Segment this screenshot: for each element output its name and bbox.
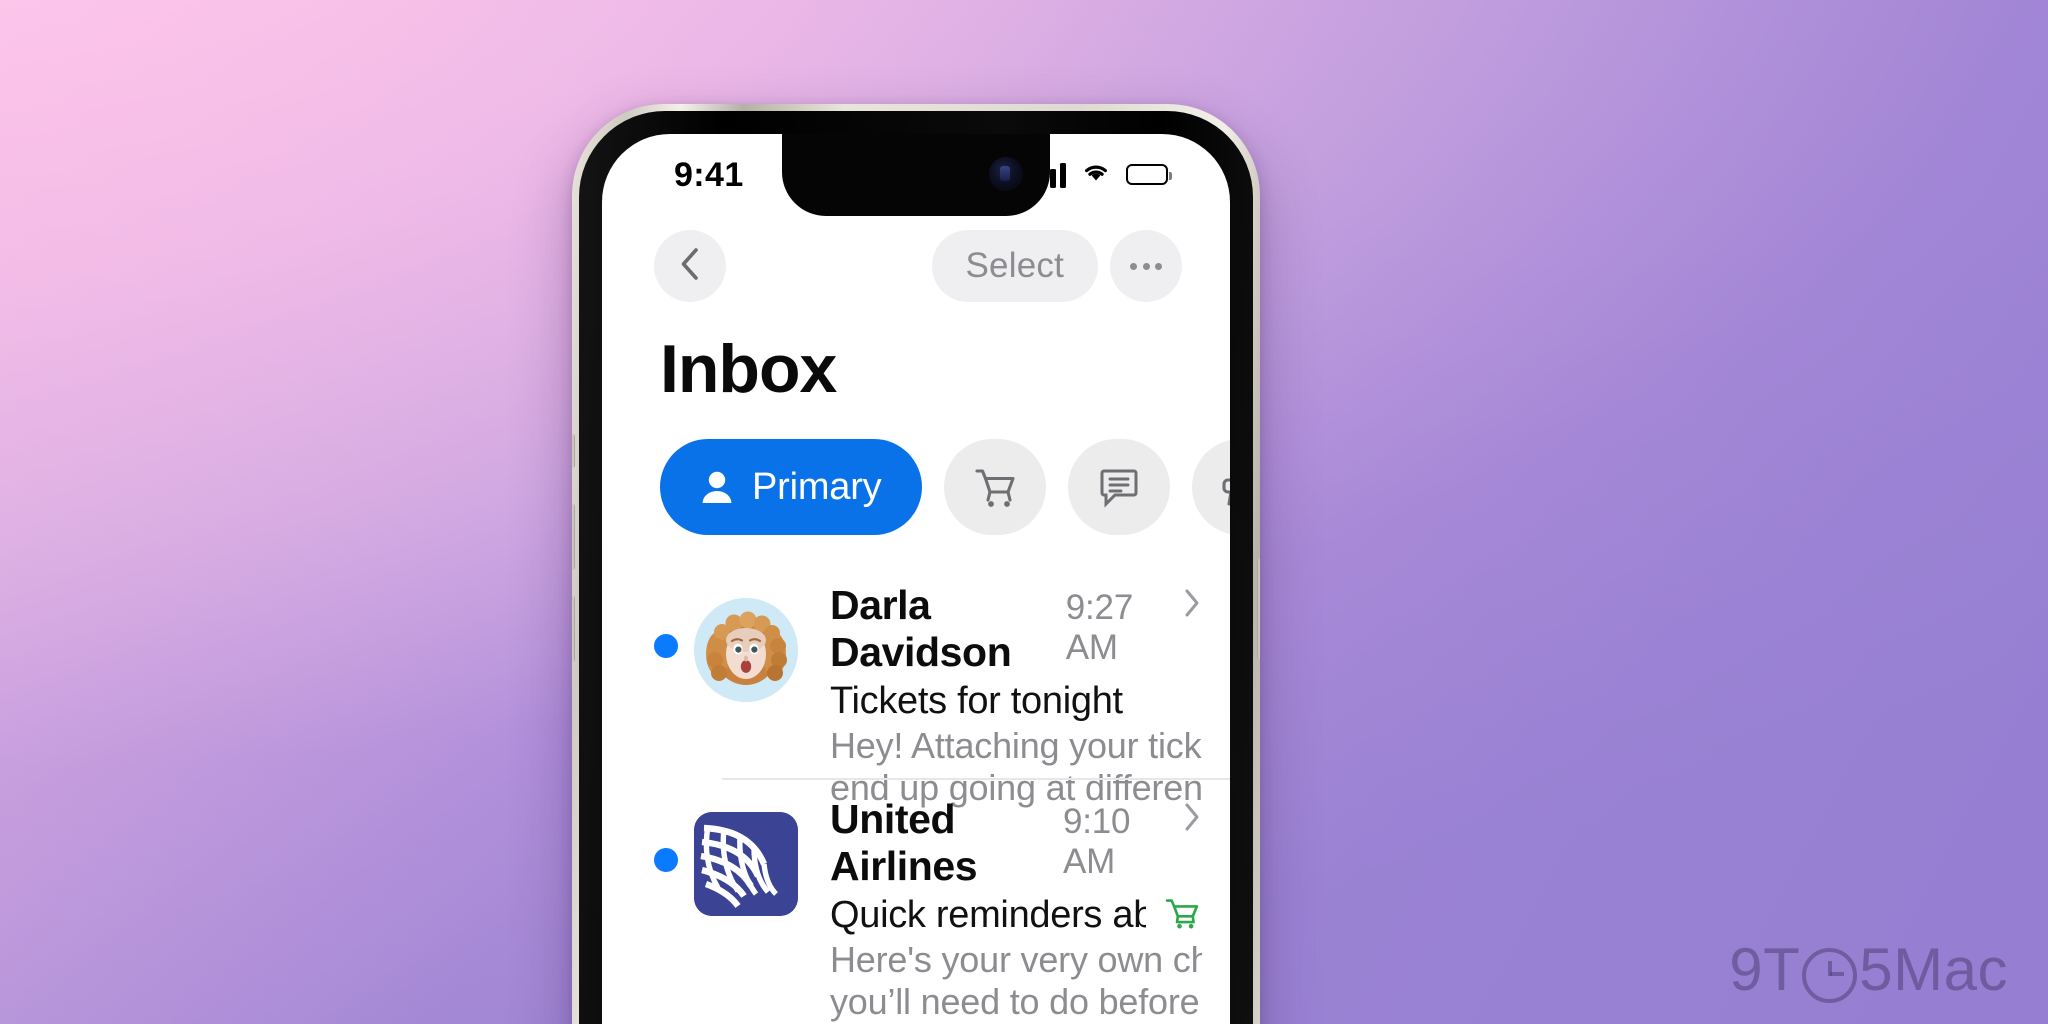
back-button[interactable] — [654, 230, 726, 302]
navigation-bar-actions: Select — [931, 230, 1182, 302]
more-options-button[interactable] — [1110, 230, 1182, 302]
memoji-avatar — [694, 598, 798, 702]
tab-promotions[interactable] — [1191, 439, 1230, 535]
clock-icon — [1802, 948, 1858, 1003]
cart-icon — [972, 464, 1018, 510]
unread-indicator — [654, 634, 678, 658]
email-preview-line: you’ll need to do before your flight and… — [830, 981, 1202, 1023]
email-preview: Here's your very own checklist with what… — [830, 939, 1202, 1024]
status-bar-indicators — [1029, 160, 1173, 189]
chevron-right-icon[interactable] — [1182, 801, 1202, 838]
volume-up-button[interactable] — [572, 504, 575, 570]
email-preview-line: Here's your very own checklist with what — [830, 939, 1202, 980]
ellipsis-icon-dot — [1155, 262, 1162, 270]
tab-primary[interactable]: Primary — [660, 439, 922, 535]
list-item[interactable]: United Airlines 9:10 AM Quick reminders … — [602, 778, 1230, 1022]
wifi-icon — [1080, 160, 1112, 189]
status-bar-time: 9:41 — [674, 156, 744, 194]
watermark-text-after: 5Mac — [1859, 936, 2008, 1003]
email-sender: Darla Davidson — [830, 582, 1012, 675]
tab-updates[interactable] — [1067, 439, 1170, 535]
tab-primary-label: Primary — [752, 465, 882, 508]
battery-full-icon — [1126, 164, 1173, 185]
person-icon — [700, 469, 734, 505]
volume-down-button[interactable] — [572, 596, 575, 662]
email-subject: Quick reminders about your upcoming… — [830, 894, 1146, 936]
status-bar: 9:41 — [602, 134, 1230, 218]
united-airlines-logo — [694, 812, 798, 916]
power-button[interactable] — [1257, 559, 1260, 659]
list-item-header: United Airlines 9:10 AM — [830, 796, 1202, 890]
mailbox-filter-tabs: Primary — [660, 439, 1230, 535]
email-timestamp: 9:10 AM — [1062, 802, 1131, 881]
silent-switch[interactable] — [572, 434, 575, 468]
device-bezel: 9:41 Select Inbox Primary Darla Davidson… — [579, 111, 1253, 1024]
ellipsis-icon-dot — [1142, 262, 1150, 270]
list-item-header: Darla Davidson 9:27 AM — [830, 582, 1202, 676]
list-item[interactable]: Darla Davidson 9:27 AM Tickets for tonig… — [602, 564, 1230, 808]
tab-shopping[interactable] — [943, 439, 1046, 535]
watermark-text-before: 9T — [1729, 936, 1801, 1003]
page-title: Inbox — [660, 331, 837, 407]
list-item-subject-row: Tickets for tonight — [830, 680, 1202, 723]
list-item-content: United Airlines 9:10 AM Quick reminders … — [830, 778, 1230, 1024]
email-sender: United Airlines — [830, 796, 978, 889]
list-item-content: Darla Davidson 9:27 AM Tickets for tonig… — [830, 564, 1230, 810]
chevron-right-icon[interactable] — [1182, 587, 1202, 624]
select-button[interactable]: Select — [931, 230, 1098, 302]
front-camera-icon — [989, 157, 1023, 191]
chevron-left-icon — [677, 247, 703, 286]
screenshot-stage: 9T 5Mac 9:41 Select Inbox Primary Darla … — [0, 0, 2048, 1024]
ellipsis-icon-dot — [1130, 262, 1137, 270]
dynamic-island[interactable] — [782, 134, 1050, 216]
watermark-9to5mac: 9T 5Mac — [1729, 935, 2008, 1004]
chat-bubble-icon — [1097, 465, 1141, 509]
email-preview-line: Hey! Attaching your tickets here in case… — [830, 725, 1202, 766]
megaphone-icon — [1219, 465, 1230, 509]
iphone-device-frame: 9:41 Select Inbox Primary Darla Davidson… — [572, 104, 1260, 1024]
email-subject: Tickets for tonight — [830, 680, 1123, 722]
list-item-subject-row: Quick reminders about your upcoming… — [830, 894, 1202, 937]
navigation-bar: Select — [602, 218, 1230, 324]
cart-icon — [1146, 894, 1202, 937]
unread-indicator — [654, 848, 678, 872]
phone-screen: 9:41 Select Inbox Primary Darla Davidson… — [602, 134, 1230, 1024]
email-timestamp: 9:27 AM — [1065, 588, 1134, 667]
email-list: Darla Davidson 9:27 AM Tickets for tonig… — [602, 564, 1230, 1022]
select-button-label: Select — [965, 246, 1064, 285]
